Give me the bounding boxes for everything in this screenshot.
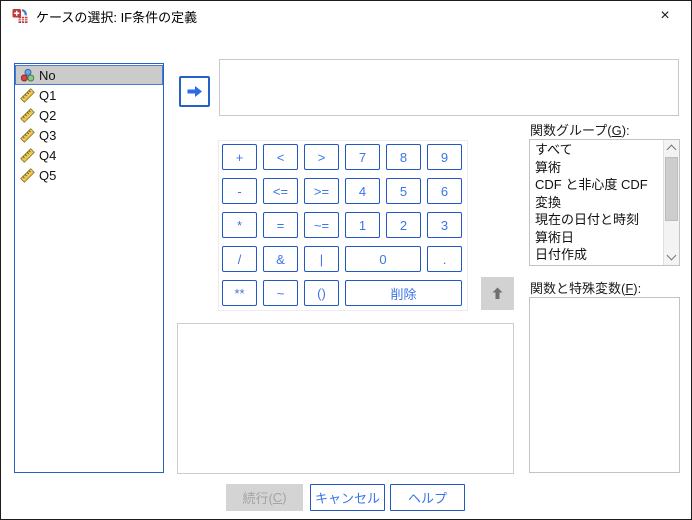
scrollbar-thumb[interactable] [665,157,678,221]
continue-button[interactable]: 続行(C) [226,484,303,511]
keypad-key[interactable]: 6 [427,178,462,204]
description-panel [177,323,514,474]
variable-label: Q4 [39,147,57,163]
label-text: 続行( [242,491,273,506]
keypad: + < >7 8 9 - <= >= 4 5 6 * = ~= 1 2 3 /& | 0. ** ~() 削除 [218,140,468,311]
scale-icon [19,147,36,163]
function-group-items: すべて 算術 CDF と非心度 CDF 変換 現在の日付と時刻 算術日 日付作成 [530,141,662,264]
keypad-key[interactable]: 削除 [345,280,462,306]
cancel-button[interactable]: キャンセル [310,484,385,511]
dialog-title: ケースの選択: IF条件の定義 [36,9,198,25]
label-text: ) [282,490,287,505]
label-text: 関数グループ( [530,123,612,138]
dialog-icon [12,8,28,24]
function-group-list: すべて 算術 CDF と非心度 CDF 変換 現在の日付と時刻 算術日 日付作成 [529,139,680,266]
keypad-key[interactable]: ** [222,280,257,306]
function-group-item[interactable]: 変換 [530,194,662,212]
keypad-key[interactable]: < [263,144,298,170]
keypad-key[interactable]: 5 [386,178,421,204]
keypad-key[interactable]: 4 [345,178,380,204]
variable-label: No [39,67,56,83]
keypad-key[interactable]: 9 [427,144,462,170]
variable-label: Q2 [39,107,57,123]
chevron-up-icon [666,144,677,155]
variable-item[interactable]: Q3 [15,125,163,145]
keypad-key[interactable]: 1 [345,212,380,238]
accel-key: G [611,123,622,138]
keypad-key[interactable]: 7 [345,144,380,170]
function-group-item[interactable]: 算術日 [530,229,662,247]
keypad-key[interactable]: & [263,246,298,272]
keypad-key[interactable]: . [427,246,462,272]
keypad-key[interactable]: + [222,144,257,170]
keypad-key[interactable]: 0 [345,246,421,272]
scrollbar [663,140,679,265]
accel-key: C [272,490,283,505]
keypad-key[interactable]: - [222,178,257,204]
keypad-key[interactable]: ~ [263,280,298,306]
keypad-key[interactable]: * [222,212,257,238]
close-icon: × [660,7,670,24]
expression-input[interactable] [219,59,679,116]
variable-label: Q3 [39,127,57,143]
keypad-key[interactable]: 2 [386,212,421,238]
scale-icon [19,167,36,183]
dialog-window: ケースの選択: IF条件の定義 × No Q1 Q2 Q3 Q4 Q5 + < >7 8 9 - <=… [0,0,692,520]
arrow-right-icon [186,84,203,99]
title-bar: ケースの選択: IF条件の定義 × [1,1,691,31]
label-text: 関数と特殊変数( [530,281,626,296]
keypad-key[interactable]: 8 [386,144,421,170]
variable-list: No Q1 Q2 Q3 Q4 Q5 [14,63,164,473]
keypad-key[interactable]: <= [263,178,298,204]
function-group-item[interactable]: 日付作成 [530,246,662,264]
scale-icon [19,107,36,123]
keypad-key[interactable]: ~= [304,212,339,238]
keypad-key[interactable]: 3 [427,212,462,238]
scale-icon [19,127,36,143]
keypad-key[interactable]: > [304,144,339,170]
variable-item[interactable]: Q2 [15,105,163,125]
variable-label: Q1 [39,87,57,103]
functions-list[interactable] [529,297,680,473]
scrollbar-down-button[interactable] [664,249,679,265]
variable-item[interactable]: No [15,65,163,85]
scale-icon [19,87,36,103]
function-group-item[interactable]: CDF と非心度 CDF [530,176,662,194]
function-group-item[interactable]: 算術 [530,159,662,177]
label-text: ): [633,281,642,296]
label-text: ): [621,123,630,138]
keypad-key[interactable]: >= [304,178,339,204]
scrollbar-up-button[interactable] [664,140,679,156]
variable-item[interactable]: Q5 [15,165,163,185]
close-button[interactable]: × [647,3,683,29]
keypad-key[interactable]: () [304,280,339,306]
functions-label: 関数と特殊変数(F): [530,278,641,297]
variable-item[interactable]: Q1 [15,85,163,105]
function-group-item[interactable]: 現在の日付と時刻 [530,211,662,229]
nominal-icon [19,68,36,83]
variable-label: Q5 [39,167,57,183]
help-button[interactable]: ヘルプ [390,484,465,511]
keypad-key[interactable]: / [222,246,257,272]
transfer-variable-button[interactable] [179,76,210,107]
keypad-key[interactable]: = [263,212,298,238]
function-group-label: 関数グループ(G): [530,120,630,139]
variable-item[interactable]: Q4 [15,145,163,165]
keypad-key[interactable]: | [304,246,339,272]
arrow-up-icon [490,286,505,301]
chevron-down-icon [666,250,677,261]
function-group-item[interactable]: すべて [530,141,662,159]
insert-function-button[interactable] [481,277,514,310]
